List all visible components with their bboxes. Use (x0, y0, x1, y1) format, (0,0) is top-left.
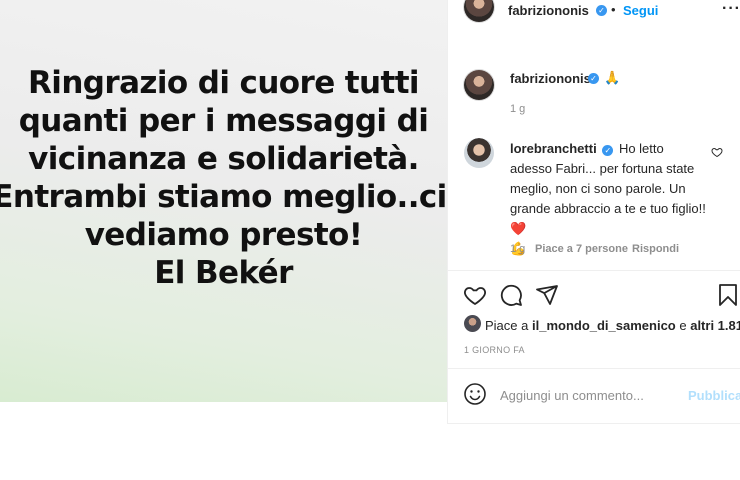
share-icon[interactable] (535, 283, 559, 307)
caption-emoji: 🙏 (604, 70, 621, 85)
likes-summary: Piace a il_mondo_di_samenico e altri 1.8… (485, 318, 740, 333)
image-text-line: Ringrazio di cuore tutti (28, 65, 420, 101)
header-separator: • (611, 2, 616, 17)
image-text-line: vicinanza e solidarietà. (28, 141, 419, 177)
heart-emoji: ❤️ (510, 221, 527, 236)
post-date[interactable]: 1 GIORNO FA (464, 345, 525, 355)
comment-username[interactable]: lorebranchetti (510, 141, 597, 156)
comment-like-icon[interactable] (711, 146, 723, 158)
likes-prefix: Piace a (485, 318, 532, 333)
likes-user[interactable]: il_mondo_di_samenico (532, 318, 676, 333)
more-options-icon[interactable]: ··· (722, 0, 740, 18)
verified-badge-icon: ✓ (596, 5, 607, 16)
post-image-text: Ringrazio di cuore tutti quanti per i me… (0, 64, 447, 292)
image-text-line: El Bekér (154, 255, 293, 291)
verified-badge-icon: ✓ (588, 73, 599, 84)
add-comment-input[interactable]: Aggiungi un commento... (500, 388, 644, 403)
image-text-line: vediamo presto! (84, 217, 363, 253)
comment-time[interactable]: 1 g (510, 243, 525, 255)
caption-time[interactable]: 1 g (510, 103, 525, 115)
likes-middle: e (675, 318, 691, 333)
verified-badge-icon: ✓ (602, 145, 614, 156)
comment-icon[interactable] (499, 283, 523, 307)
comment-body: lorebranchetti ✓ Ho letto adesso Fabri..… (510, 139, 706, 259)
liker-avatar[interactable] (464, 315, 481, 332)
post-side-panel: fabriziononis ✓ • Segui ··· fabriziononi… (447, 0, 740, 424)
emoji-icon[interactable] (463, 382, 487, 406)
header-username[interactable]: fabriziononis (508, 3, 589, 18)
reply-button[interactable]: Rispondi (632, 243, 679, 255)
caption-username[interactable]: fabriziononis (510, 71, 591, 86)
likes-others[interactable]: altri 1.819 (690, 318, 740, 333)
post-image[interactable]: Ringrazio di cuore tutti quanti per i me… (0, 0, 447, 402)
comment-divider (448, 368, 740, 369)
comment-likes[interactable]: Piace a 7 persone (535, 243, 628, 255)
commenter-avatar[interactable] (464, 138, 494, 168)
caption-avatar[interactable] (464, 70, 494, 100)
page-background (0, 402, 447, 480)
image-text-line: quanti per i messaggi di (18, 103, 429, 139)
bookmark-icon[interactable] (716, 283, 740, 307)
publish-button[interactable]: Pubblica (688, 388, 740, 403)
author-avatar[interactable] (464, 0, 494, 22)
actions-divider (448, 270, 740, 271)
follow-button[interactable]: Segui (623, 3, 658, 18)
image-text-line: Entrambi stiamo meglio..ci (0, 179, 447, 215)
like-icon[interactable] (463, 283, 487, 307)
